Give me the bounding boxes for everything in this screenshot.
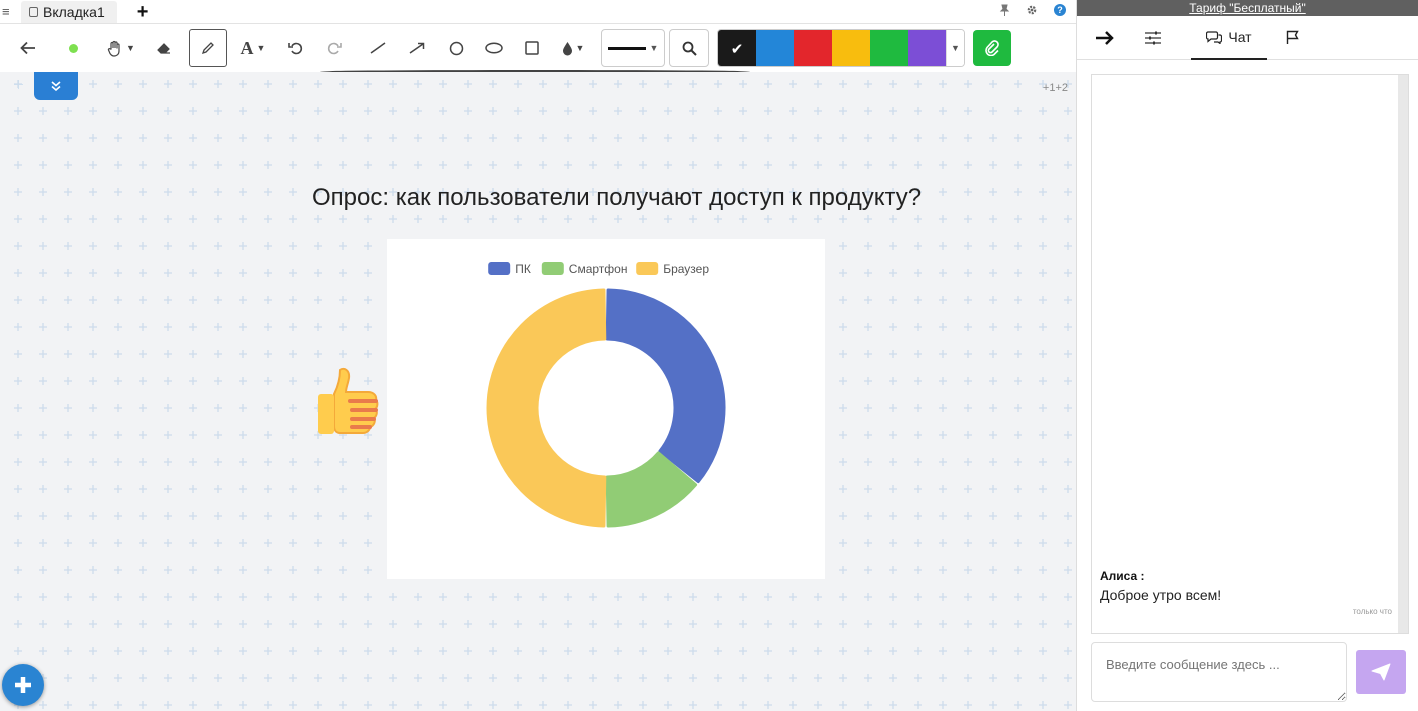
line-icon[interactable] — [359, 29, 397, 67]
doughnut-slice[interactable] — [605, 288, 726, 484]
whiteboard-canvas[interactable]: +1+2 Опрос: как пользователи получают до… — [0, 72, 1076, 711]
message-time: только что — [1352, 607, 1392, 616]
chevron-down-icon: ▼ — [126, 43, 135, 53]
board-title[interactable]: Опрос: как пользователи получают доступ … — [312, 184, 921, 212]
message-text: Доброе утро всем! — [1100, 587, 1222, 603]
legend-label: Браузер — [663, 262, 709, 276]
search-icon — [682, 41, 697, 56]
collapse-panel-arrow-icon[interactable] — [1091, 16, 1119, 60]
redo-icon[interactable] — [315, 29, 353, 67]
legend-swatch — [541, 262, 564, 275]
add-tab-icon[interactable]: + — [137, 2, 149, 22]
tab-settings[interactable] — [1129, 16, 1177, 60]
chevron-down-icon: ▼ — [575, 43, 585, 53]
color-swatch[interactable] — [756, 30, 794, 66]
legend-item[interactable]: Браузер — [636, 262, 709, 276]
flag-icon — [1286, 30, 1299, 44]
circle-icon[interactable] — [437, 29, 475, 67]
document-icon — [29, 6, 38, 17]
checkmark-icon: ✔ — [730, 41, 744, 58]
tab-label: Вкладка1 — [43, 3, 105, 20]
tab-1[interactable]: Вкладка1 — [21, 0, 117, 23]
chart-card[interactable]: ПК Смартфон Браузер — [387, 239, 825, 579]
drawing-toolbar: ▼ A ▼ ▼ ▼ ✔ ▼ — [0, 24, 1076, 72]
pin-icon[interactable] — [999, 4, 1010, 19]
ellipse-icon[interactable] — [475, 29, 513, 67]
panel-tabs: Чат — [1077, 16, 1418, 60]
tab-bar-actions: ? — [999, 4, 1066, 19]
color-swatch[interactable]: ✔ — [718, 30, 756, 66]
thumbs-up-icon[interactable] — [316, 366, 382, 436]
palette-dropdown-icon[interactable]: ▼ — [946, 30, 964, 66]
attach-button[interactable] — [973, 30, 1011, 66]
chevron-down-icon: ▼ — [649, 43, 659, 53]
color-swatch[interactable] — [832, 30, 870, 66]
back-arrow-icon[interactable] — [9, 29, 47, 67]
tab-chat-label: Чат — [1228, 28, 1252, 45]
add-fab-button[interactable] — [2, 664, 44, 706]
plus-icon — [15, 677, 31, 693]
chevron-down-icon: ▼ — [256, 43, 266, 53]
message-author: Алиса : — [1100, 569, 1145, 583]
eraser-icon[interactable] — [145, 29, 183, 67]
search-button[interactable] — [669, 29, 709, 67]
pencil-icon[interactable] — [189, 29, 227, 67]
legend-item[interactable]: ПК — [488, 262, 531, 276]
line-width-preview — [607, 46, 646, 50]
legend-label: ПК — [515, 262, 531, 276]
color-swatch[interactable] — [870, 30, 908, 66]
side-panel: Тариф "Бесплатный" Чат Алиса : Доброе ут… — [1076, 0, 1418, 711]
color-swatch[interactable] — [908, 30, 946, 66]
hand-icon — [107, 40, 120, 57]
color-palette: ✔ ▼ — [717, 29, 965, 67]
chat-messages[interactable]: Алиса : Доброе утро всем! только что — [1091, 74, 1409, 634]
plan-link[interactable]: Тариф "Бесплатный" — [1189, 1, 1305, 15]
message-input[interactable] — [1091, 642, 1347, 702]
whiteboard-app: ≡ Вкладка1 + ? ▼ A ▼ ▼ ▼ ✔ ▼ +1+2 Опрос:… — [0, 0, 1418, 711]
menu-icon[interactable]: ≡ — [2, 4, 16, 19]
paperclip-icon — [985, 40, 999, 56]
active-color-dot — [68, 43, 78, 53]
tab-chat[interactable]: Чат — [1191, 16, 1267, 60]
send-button[interactable] — [1356, 650, 1406, 694]
doughnut-slice[interactable] — [486, 288, 607, 528]
arrow-icon[interactable] — [398, 29, 436, 67]
legend-item[interactable]: Смартфон — [541, 262, 628, 276]
color-swatch[interactable] — [794, 30, 832, 66]
board-area: ≡ Вкладка1 + ? ▼ A ▼ ▼ ▼ ✔ ▼ +1+2 Опрос:… — [0, 0, 1076, 711]
undo-icon[interactable] — [277, 29, 315, 67]
legend-swatch — [636, 262, 659, 275]
plan-bar: Тариф "Бесплатный" — [1077, 0, 1418, 16]
collapse-toolbar-button[interactable] — [34, 72, 78, 100]
tab-flag[interactable] — [1273, 16, 1313, 60]
fill-tool-button[interactable]: ▼ — [551, 29, 595, 67]
color-dot-icon[interactable] — [54, 29, 92, 67]
tab-bar: ≡ Вкладка1 + ? — [0, 0, 1076, 24]
text-icon: A — [240, 37, 254, 58]
text-tool-button[interactable]: A ▼ — [229, 29, 277, 67]
legend-label: Смартфон — [569, 262, 628, 276]
send-icon — [1371, 663, 1391, 681]
line-width-select[interactable]: ▼ — [601, 29, 665, 67]
double-chevron-down-icon — [51, 81, 61, 91]
hand-tool-button[interactable]: ▼ — [99, 29, 143, 67]
fill-icon — [562, 41, 572, 55]
doughnut-chart: ПК Смартфон Браузер — [486, 262, 726, 528]
rectangle-icon[interactable] — [513, 29, 551, 67]
sliders-icon — [1145, 31, 1161, 44]
participant-counter: +1+2 — [1042, 82, 1068, 94]
legend-swatch — [488, 262, 511, 275]
gear-icon[interactable] — [1026, 4, 1038, 19]
chat-bubbles-icon — [1206, 30, 1223, 44]
chat-scrollbar[interactable] — [1398, 75, 1408, 633]
help-icon[interactable]: ? — [1054, 4, 1066, 16]
